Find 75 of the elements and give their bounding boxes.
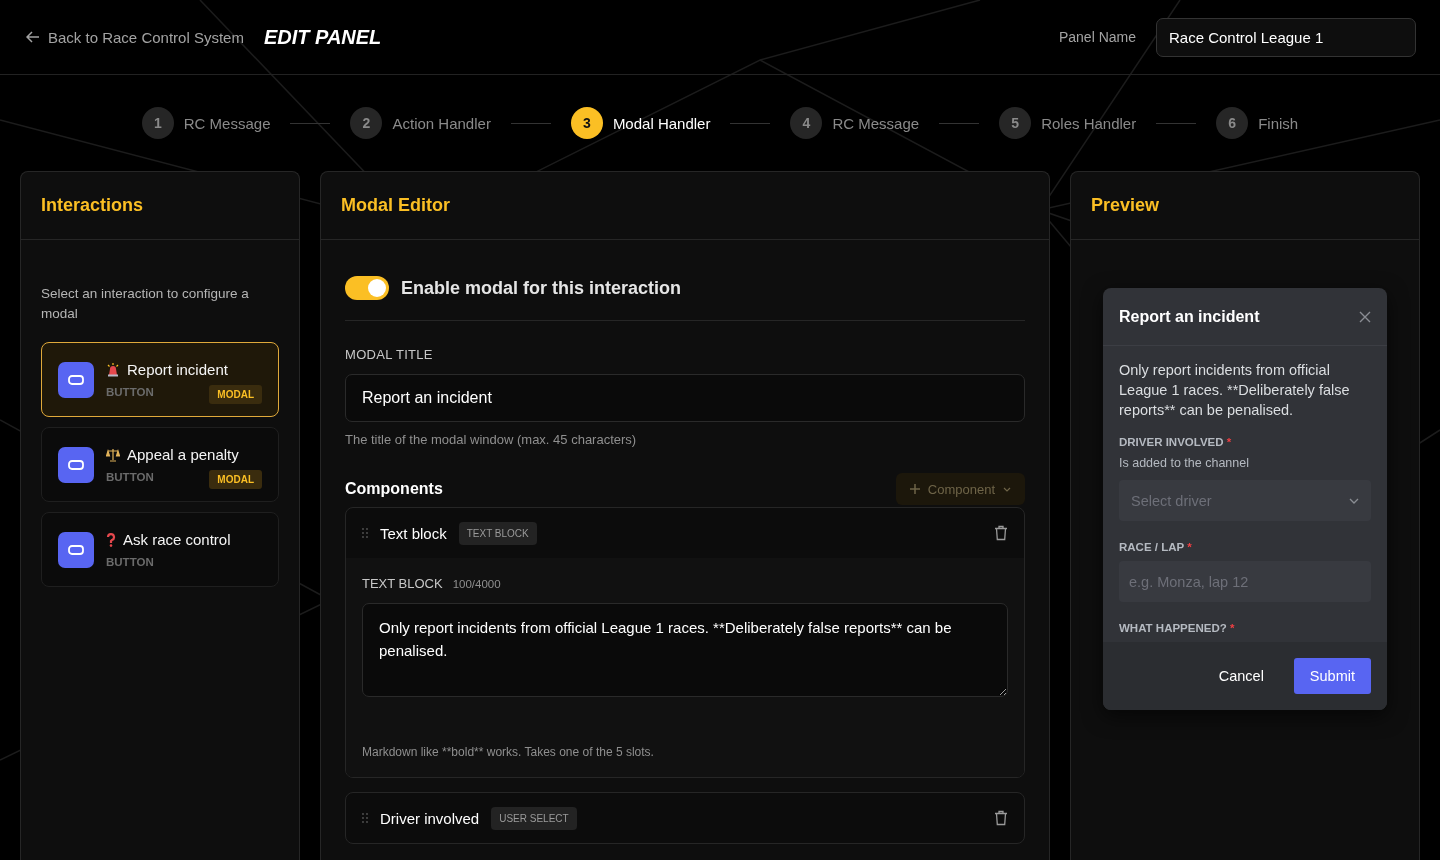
step-label: RC Message	[832, 114, 920, 132]
components-heading: Components	[345, 480, 443, 498]
interaction-label: Ask race control	[123, 531, 231, 548]
panel-title: Interactions	[41, 195, 144, 216]
modal-badge: MODAL	[209, 385, 262, 404]
modal-badge: MODAL	[209, 470, 262, 489]
enable-modal-toggle[interactable]	[345, 276, 389, 300]
interaction-type: BUTTON	[106, 556, 154, 568]
drag-handle-icon[interactable]	[362, 813, 368, 823]
panel-title: Preview	[1091, 195, 1160, 216]
step-label: Roles Handler	[1041, 114, 1137, 132]
modal-description: Only report incidents from official League 1 races. **Deliberately false reports** can be penalised.	[1119, 361, 1351, 420]
step-number: 5	[999, 107, 1032, 139]
back-link[interactable]: Back to Race Control System	[26, 28, 244, 46]
close-icon[interactable]	[1359, 310, 1371, 323]
step-label: Modal Handler	[612, 114, 711, 132]
interaction-type: BUTTON	[106, 471, 154, 483]
step[interactable]: 6 Finish	[1216, 107, 1299, 139]
step-label: Finish	[1258, 114, 1299, 132]
siren-icon	[106, 362, 120, 377]
component-tag: USER SELECT	[491, 806, 577, 830]
button-icon	[68, 374, 84, 385]
interaction-label: Appeal a penalty	[127, 446, 239, 463]
trash-icon[interactable]	[994, 525, 1008, 541]
modal-title-field[interactable]: Report an incident	[345, 374, 1025, 422]
component-name: Text block	[380, 524, 447, 542]
scales-icon	[106, 447, 120, 462]
panel-name-field[interactable]: Race Control League 1	[1156, 17, 1416, 57]
panel-name-label: Panel Name	[1058, 29, 1136, 45]
modal-field-label: WHAT HAPPENED? *	[1119, 622, 1236, 634]
step-number: 3	[570, 107, 603, 139]
modal-field-label: DRIVER INVOLVED *	[1119, 436, 1233, 448]
step[interactable]: 2 Action Handler	[350, 107, 491, 139]
field-help: Markdown like **bold** works. Takes one of the 5 slots.	[362, 745, 655, 759]
modal-field-hint: Is added to the channel	[1119, 456, 1250, 470]
chevron-down-icon	[1349, 497, 1359, 504]
step[interactable]: 4 RC Message	[790, 107, 920, 139]
field-label: TEXT BLOCK	[362, 576, 443, 591]
back-arrow-icon	[26, 31, 40, 43]
interactions-hint: Select an interaction to configure a modal	[41, 285, 250, 323]
step-label: Action Handler	[392, 114, 491, 132]
field-help: The title of the modal window (max. 45 characters)	[345, 432, 638, 447]
component-name: Driver involved	[380, 809, 480, 827]
step[interactable]: 3 Modal Handler	[570, 107, 711, 139]
plus-icon	[909, 484, 920, 494]
question-mark-icon	[106, 532, 116, 547]
text-block-field[interactable]: Only report incidents from official League 1 races. **Deliberately false reports** can be penalised.	[362, 603, 1008, 697]
step[interactable]: 5 Roles Handler	[999, 107, 1137, 139]
submit-button[interactable]: Submit	[1293, 658, 1371, 694]
toggle-label: Enable modal for this interaction	[401, 277, 682, 299]
step-label: RC Message	[183, 114, 271, 132]
step-number: 4	[790, 107, 823, 139]
character-count: 100/4000	[452, 577, 501, 590]
interaction-type: BUTTON	[106, 386, 154, 398]
interaction-item[interactable]: Report incident BUTTON MODAL	[41, 342, 279, 417]
step-number: 2	[350, 107, 383, 139]
button-icon	[68, 544, 84, 555]
interaction-item[interactable]: Appeal a penalty BUTTON MODAL	[41, 427, 279, 502]
drag-handle-icon[interactable]	[362, 528, 368, 538]
field-label: MODAL TITLE	[345, 347, 434, 362]
step-number: 6	[1216, 107, 1249, 139]
page-title: EDIT PANEL	[263, 25, 383, 49]
modal-title: Report an incident	[1119, 307, 1260, 326]
interaction-label: Report incident	[127, 361, 228, 378]
button-icon	[68, 459, 84, 470]
panel-title: Modal Editor	[341, 195, 450, 216]
cancel-button[interactable]: Cancel	[1212, 667, 1270, 685]
chevron-down-icon	[1003, 486, 1011, 492]
race-lap-field[interactable]: e.g. Monza, lap 12	[1119, 561, 1371, 602]
interaction-item[interactable]: Ask race control BUTTON	[41, 512, 279, 587]
modal-field-label: RACE / LAP *	[1119, 541, 1193, 553]
component-tag: TEXT BLOCK	[458, 521, 537, 545]
trash-icon[interactable]	[994, 810, 1008, 826]
step[interactable]: 1 RC Message	[141, 107, 271, 139]
step-number: 1	[141, 107, 174, 139]
